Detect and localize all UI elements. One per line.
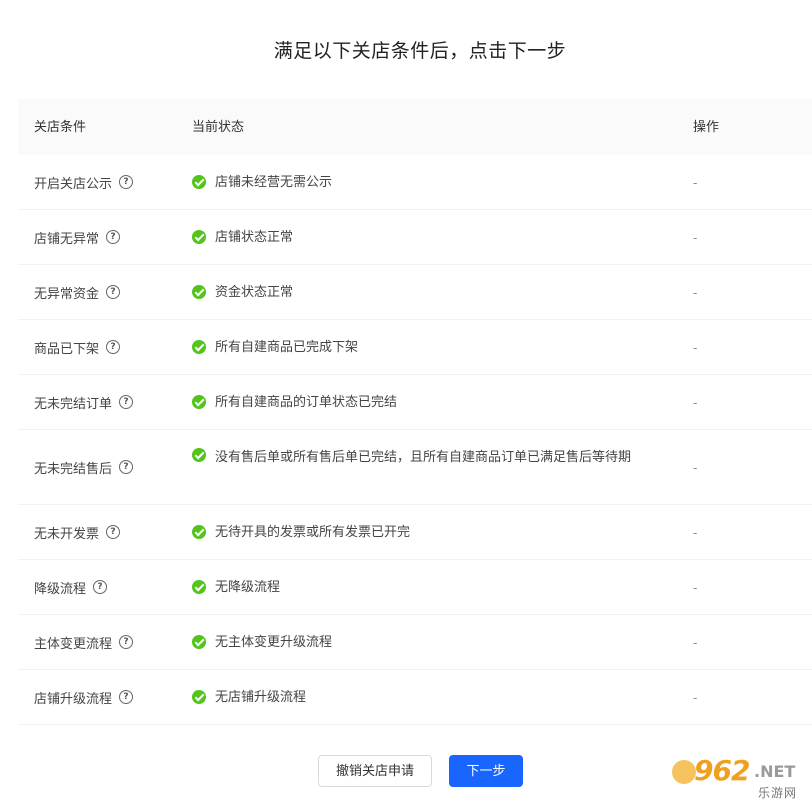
table-row: 无未完结售后 ? 没有售后单或所有售后单已完结，且所有自建商品订单已满足售后等待… <box>18 430 812 505</box>
header-status: 当前状态 <box>192 119 245 134</box>
watermark-logo: 962 .NET 乐游网 <box>672 752 812 805</box>
status-cell: 所有自建商品已完成下架 <box>192 320 660 374</box>
condition-label: 店铺升级流程 <box>34 690 113 706</box>
condition-cell: 无未完结订单 ? <box>34 375 134 429</box>
condition-cell: 商品已下架 ? <box>34 320 121 374</box>
watermark-badge-icon <box>672 760 696 784</box>
check-circle-icon <box>192 525 206 539</box>
help-icon[interactable]: ? <box>119 635 134 649</box>
check-circle-icon <box>192 340 206 354</box>
header-operation: 操作 <box>693 119 720 134</box>
condition-label: 无未完结售后 <box>34 460 113 476</box>
table-row: 商品已下架 ? 所有自建商品已完成下架 - <box>18 320 812 375</box>
watermark-number: 962 <box>694 754 750 787</box>
operation-cell: - <box>693 174 698 190</box>
help-icon[interactable]: ? <box>106 285 121 299</box>
check-circle-icon <box>192 395 206 409</box>
help-icon[interactable]: ? <box>119 175 134 189</box>
check-circle-icon <box>192 230 206 244</box>
condition-label: 降级流程 <box>34 580 87 596</box>
condition-label: 店铺无异常 <box>34 230 100 246</box>
status-cell: 无降级流程 <box>192 560 660 614</box>
table-row: 主体变更流程 ? 无主体变更升级流程 - <box>18 615 812 670</box>
operation-cell: - <box>693 394 698 410</box>
check-circle-icon <box>192 580 206 594</box>
status-text: 无主体变更升级流程 <box>215 634 333 649</box>
operation-cell: - <box>693 524 698 540</box>
status-text: 店铺未经营无需公示 <box>215 174 333 189</box>
help-icon[interactable]: ? <box>119 395 134 409</box>
condition-cell: 开启关店公示 ? <box>34 155 134 209</box>
condition-cell: 店铺无异常 ? <box>34 210 121 264</box>
condition-cell: 无未完结售后 ? <box>34 430 134 504</box>
status-cell: 无主体变更升级流程 <box>192 615 660 669</box>
condition-cell: 无异常资金 ? <box>34 265 121 319</box>
condition-label: 商品已下架 <box>34 340 100 356</box>
condition-label: 主体变更流程 <box>34 635 113 651</box>
help-icon[interactable]: ? <box>106 230 121 244</box>
status-text: 所有自建商品的订单状态已完结 <box>215 394 398 409</box>
status-cell: 没有售后单或所有售后单已完结，且所有自建商品订单已满足售后等待期 <box>192 430 660 504</box>
table-row: 降级流程 ? 无降级流程 - <box>18 560 812 615</box>
table-row: 无异常资金 ? 资金状态正常 - <box>18 265 812 320</box>
watermark-cn: 乐游网 <box>758 786 798 800</box>
next-step-button[interactable]: 下一步 <box>449 755 523 787</box>
status-text: 无店铺升级流程 <box>215 689 307 704</box>
operation-cell: - <box>693 284 698 300</box>
condition-label: 开启关店公示 <box>34 175 113 191</box>
operation-cell: - <box>693 229 698 245</box>
table-row: 无未开发票 ? 无待开具的发票或所有发票已开完 - <box>18 505 812 560</box>
check-circle-icon <box>192 690 206 704</box>
check-circle-icon <box>192 448 206 462</box>
table-row: 店铺无异常 ? 店铺状态正常 - <box>18 210 812 265</box>
condition-label: 无未开发票 <box>34 525 100 541</box>
operation-cell: - <box>693 579 698 595</box>
table-header: 关店条件 当前状态 操作 <box>18 99 812 155</box>
operation-cell: - <box>693 689 698 705</box>
watermark-suffix: .NET <box>754 762 796 781</box>
condition-cell: 主体变更流程 ? <box>34 615 134 669</box>
status-cell: 资金状态正常 <box>192 265 660 319</box>
help-icon[interactable]: ? <box>106 525 121 539</box>
status-text: 无待开具的发票或所有发票已开完 <box>215 524 411 539</box>
status-text: 没有售后单或所有售后单已完结，且所有自建商品订单已满足售后等待期 <box>215 449 632 464</box>
status-text: 资金状态正常 <box>215 284 294 299</box>
condition-cell: 无未开发票 ? <box>34 505 121 559</box>
operation-cell: - <box>693 459 698 475</box>
help-icon[interactable]: ? <box>119 690 134 704</box>
status-text: 无降级流程 <box>215 579 281 594</box>
condition-cell: 降级流程 ? <box>34 560 108 614</box>
table-row: 店铺升级流程 ? 无店铺升级流程 - <box>18 670 812 725</box>
status-cell: 所有自建商品的订单状态已完结 <box>192 375 660 429</box>
condition-label: 无异常资金 <box>34 285 100 301</box>
status-text: 所有自建商品已完成下架 <box>215 339 359 354</box>
operation-cell: - <box>693 634 698 650</box>
status-cell: 无店铺升级流程 <box>192 670 660 724</box>
status-cell: 店铺状态正常 <box>192 210 660 264</box>
table-row: 无未完结订单 ? 所有自建商品的订单状态已完结 - <box>18 375 812 430</box>
check-circle-icon <box>192 175 206 189</box>
condition-label: 无未完结订单 <box>34 395 113 411</box>
page-title: 满足以下关店条件后，点击下一步 <box>273 41 567 62</box>
table-row: 开启关店公示 ? 店铺未经营无需公示 - <box>18 155 812 210</box>
status-text: 店铺状态正常 <box>215 229 294 244</box>
header-condition: 关店条件 <box>34 119 87 134</box>
check-circle-icon <box>192 285 206 299</box>
status-cell: 无待开具的发票或所有发票已开完 <box>192 505 660 559</box>
close-store-conditions-table: 关店条件 当前状态 操作 开启关店公示 ? 店铺未经营无需公示 - 店铺无异常 … <box>18 99 812 725</box>
help-icon[interactable]: ? <box>119 460 134 474</box>
help-icon[interactable]: ? <box>93 580 108 594</box>
check-circle-icon <box>192 635 206 649</box>
cancel-close-request-button[interactable]: 撤销关店申请 <box>318 755 432 787</box>
operation-cell: - <box>693 339 698 355</box>
help-icon[interactable]: ? <box>106 340 121 354</box>
status-cell: 店铺未经营无需公示 <box>192 155 660 209</box>
condition-cell: 店铺升级流程 ? <box>34 670 134 724</box>
